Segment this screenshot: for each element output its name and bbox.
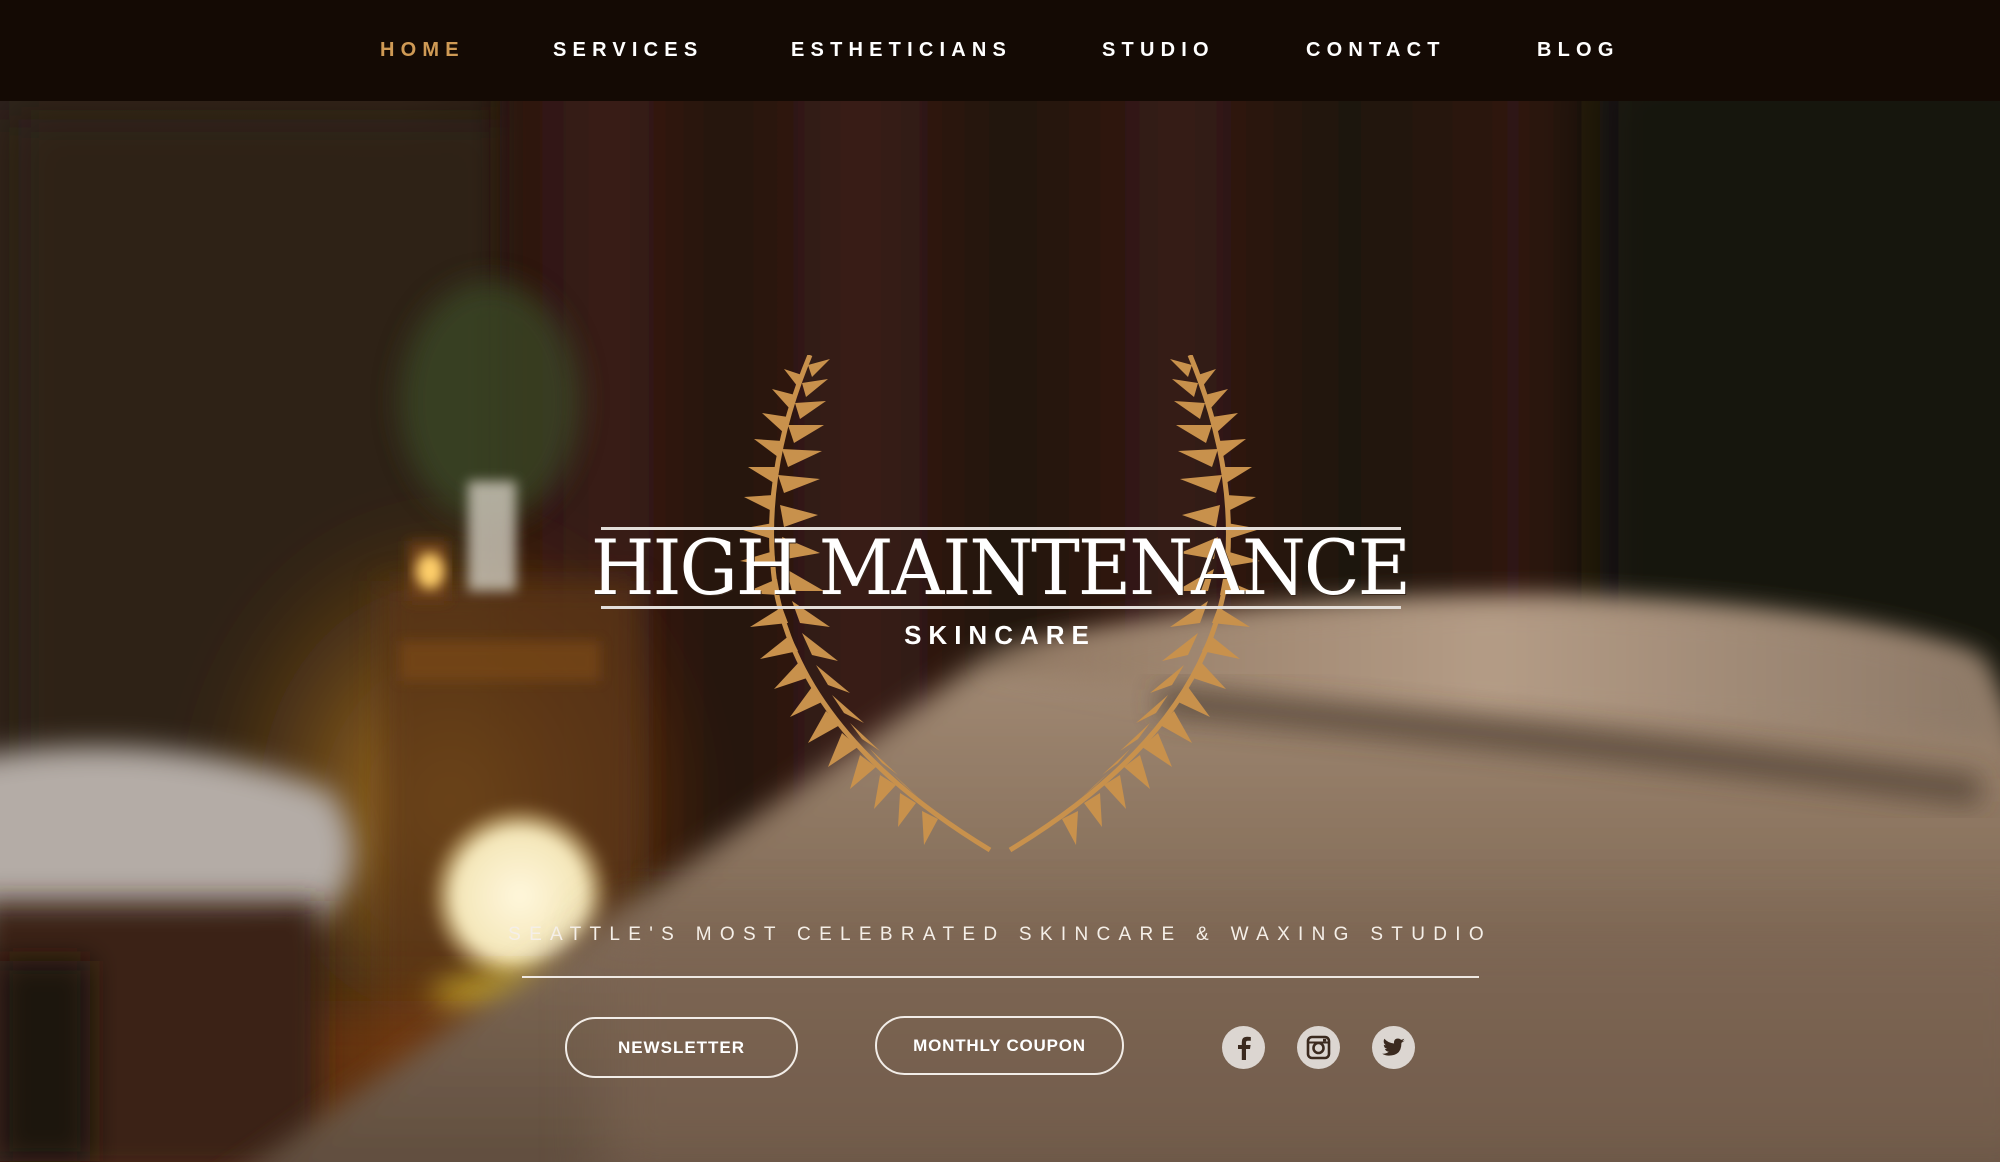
home-page: HOME SERVICES ESTHETICIANS STUDIO CONTAC… bbox=[0, 0, 2000, 1162]
newsletter-button[interactable]: NEWSLETTER bbox=[565, 1017, 798, 1078]
nav-blog[interactable]: BLOG bbox=[1537, 38, 1620, 62]
facebook-icon[interactable] bbox=[1222, 1026, 1265, 1069]
monthly-coupon-button[interactable]: MONTHLY COUPON bbox=[875, 1016, 1124, 1075]
tagline-divider bbox=[522, 976, 1479, 978]
logo-subtitle: SKINCARE bbox=[904, 620, 1096, 650]
nav-estheticians[interactable]: ESTHETICIANS bbox=[791, 38, 1012, 62]
nav-home[interactable]: HOME bbox=[380, 38, 465, 62]
hero-tagline: SEATTLE'S MOST CELEBRATED SKINCARE & WAX… bbox=[508, 924, 1492, 945]
logo-bottom-rule bbox=[601, 606, 1401, 609]
nav-studio[interactable]: STUDIO bbox=[1102, 38, 1215, 62]
twitter-icon[interactable] bbox=[1372, 1026, 1415, 1069]
logo-title: HIGH MAINTENANCE bbox=[590, 523, 1411, 612]
nav-services[interactable]: SERVICES bbox=[553, 38, 703, 62]
top-navigation: HOME SERVICES ESTHETICIANS STUDIO CONTAC… bbox=[0, 0, 2000, 101]
instagram-icon[interactable] bbox=[1297, 1026, 1340, 1069]
nav-contact[interactable]: CONTACT bbox=[1306, 38, 1446, 62]
